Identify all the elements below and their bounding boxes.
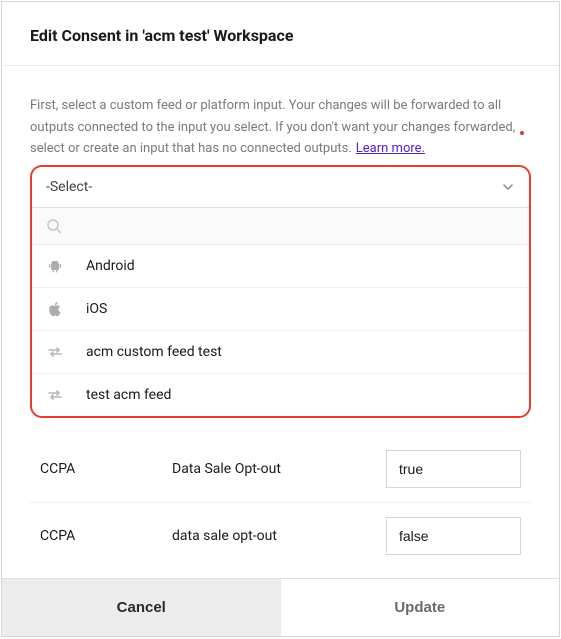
search-icon — [46, 218, 62, 234]
update-button[interactable]: Update — [281, 579, 560, 636]
dialog-body: First, select a custom feed or platform … — [2, 66, 559, 578]
consent-type: Data Sale Opt-out — [172, 461, 374, 477]
dialog-footer: Cancel Update — [2, 578, 559, 636]
consent-table: CCPA Data Sale Opt-out CCPA data sale op… — [30, 436, 531, 569]
select-search-input[interactable] — [70, 218, 515, 234]
select-header[interactable]: -Select- — [32, 167, 529, 208]
input-select-dropdown: -Select- Android — [30, 165, 531, 418]
edit-consent-dialog: Edit Consent in 'acm test' Workspace Fir… — [1, 1, 560, 637]
select-option-label: test acm feed — [86, 387, 171, 403]
learn-more-link[interactable]: Learn more. — [356, 141, 425, 156]
consent-value-input[interactable] — [386, 450, 521, 488]
cancel-button[interactable]: Cancel — [2, 579, 281, 636]
select-option-label: iOS — [86, 301, 107, 317]
swap-icon — [46, 343, 64, 361]
select-option-ios[interactable]: iOS — [32, 288, 529, 331]
consent-value-input[interactable] — [386, 517, 521, 555]
select-option-label: Android — [86, 258, 135, 274]
consent-framework: CCPA — [40, 528, 160, 544]
consent-type: data sale opt-out — [172, 528, 374, 544]
apple-icon — [46, 300, 64, 318]
dialog-title: Edit Consent in 'acm test' Workspace — [30, 26, 531, 45]
consent-row: CCPA data sale opt-out — [30, 503, 531, 569]
select-option-test-acm-feed[interactable]: test acm feed — [32, 374, 529, 416]
select-option-android[interactable]: Android — [32, 245, 529, 288]
required-indicator-icon — [520, 131, 524, 135]
dialog-header: Edit Consent in 'acm test' Workspace — [2, 2, 559, 66]
chevron-down-icon — [501, 180, 515, 194]
intro-text: First, select a custom feed or platform … — [30, 98, 515, 156]
select-search-row — [32, 208, 529, 245]
select-option-acm-custom-feed-test[interactable]: acm custom feed test — [32, 331, 529, 374]
consent-row: CCPA Data Sale Opt-out — [30, 436, 531, 503]
select-option-label: acm custom feed test — [86, 344, 222, 360]
swap-icon — [46, 386, 64, 404]
select-placeholder: -Select- — [46, 179, 92, 195]
consent-framework: CCPA — [40, 461, 160, 477]
android-icon — [46, 257, 64, 275]
